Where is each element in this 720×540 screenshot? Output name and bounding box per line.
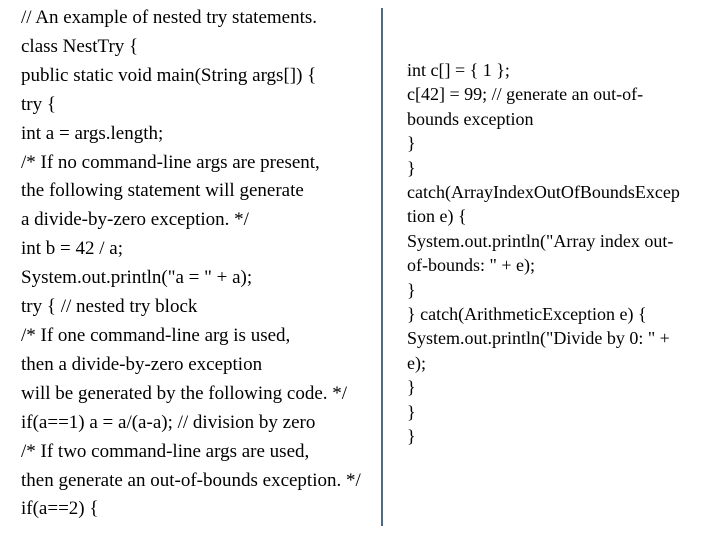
- code-line: then a divide-by-zero exception: [21, 353, 263, 375]
- code-line: int b = 42 / a;: [21, 238, 124, 260]
- code-line: the following statement will generate: [21, 180, 304, 202]
- code-line: catch(ArrayIndexOutOfBoundsExcep: [407, 182, 680, 203]
- code-line: if(a==1) a = a/(a-a); // division by zer…: [21, 411, 316, 433]
- code-line: // An example of nested try statements.: [21, 7, 318, 28]
- code-line: }: [407, 426, 416, 447]
- code-line: }: [407, 377, 416, 398]
- code-line: System.out.println("a = " + a);: [21, 267, 253, 289]
- code-line: } catch(ArithmeticException e) {: [407, 304, 647, 325]
- code-line: c[42] = 99; // generate an out-of-: [407, 84, 644, 105]
- code-line: bounds exception: [407, 108, 534, 129]
- code-line: will be generated by the following code.…: [21, 382, 348, 404]
- code-line: class NestTry {: [21, 35, 139, 57]
- code-line: int c[] = { 1 };: [407, 60, 510, 80]
- code-line: try {: [21, 93, 56, 115]
- code-column-left: // An example of nested try statements. …: [21, 4, 381, 524]
- code-line: /* If two command-line args are used,: [21, 440, 310, 462]
- code-line: }: [407, 157, 416, 178]
- code-line: /* If one command-line arg is used,: [21, 324, 291, 346]
- code-line: of-bounds: " + e);: [407, 255, 535, 276]
- code-line: then generate an out-of-bounds exception…: [21, 469, 361, 491]
- code-line: if(a==2) {: [21, 498, 99, 520]
- code-line: }: [407, 133, 416, 154]
- code-line: public static void main(String args[]) {: [21, 64, 317, 86]
- code-line: System.out.println("Divide by 0: " +: [407, 328, 670, 349]
- code-line: int a = args.length;: [21, 122, 164, 144]
- code-line: System.out.println("Array index out-: [407, 230, 674, 251]
- code-line: /* If no command-line args are present,: [21, 151, 320, 173]
- code-line: }: [407, 279, 416, 300]
- code-line: tion e) {: [407, 206, 467, 227]
- column-divider: [381, 8, 383, 526]
- code-line: try { // nested try block: [21, 296, 198, 318]
- code-line: a divide-by-zero exception. */: [21, 209, 249, 231]
- code-line: e);: [407, 352, 426, 373]
- code-line: }: [407, 401, 416, 422]
- code-column-right: int c[] = { 1 }; c[42] = 99; // generate…: [407, 58, 720, 449]
